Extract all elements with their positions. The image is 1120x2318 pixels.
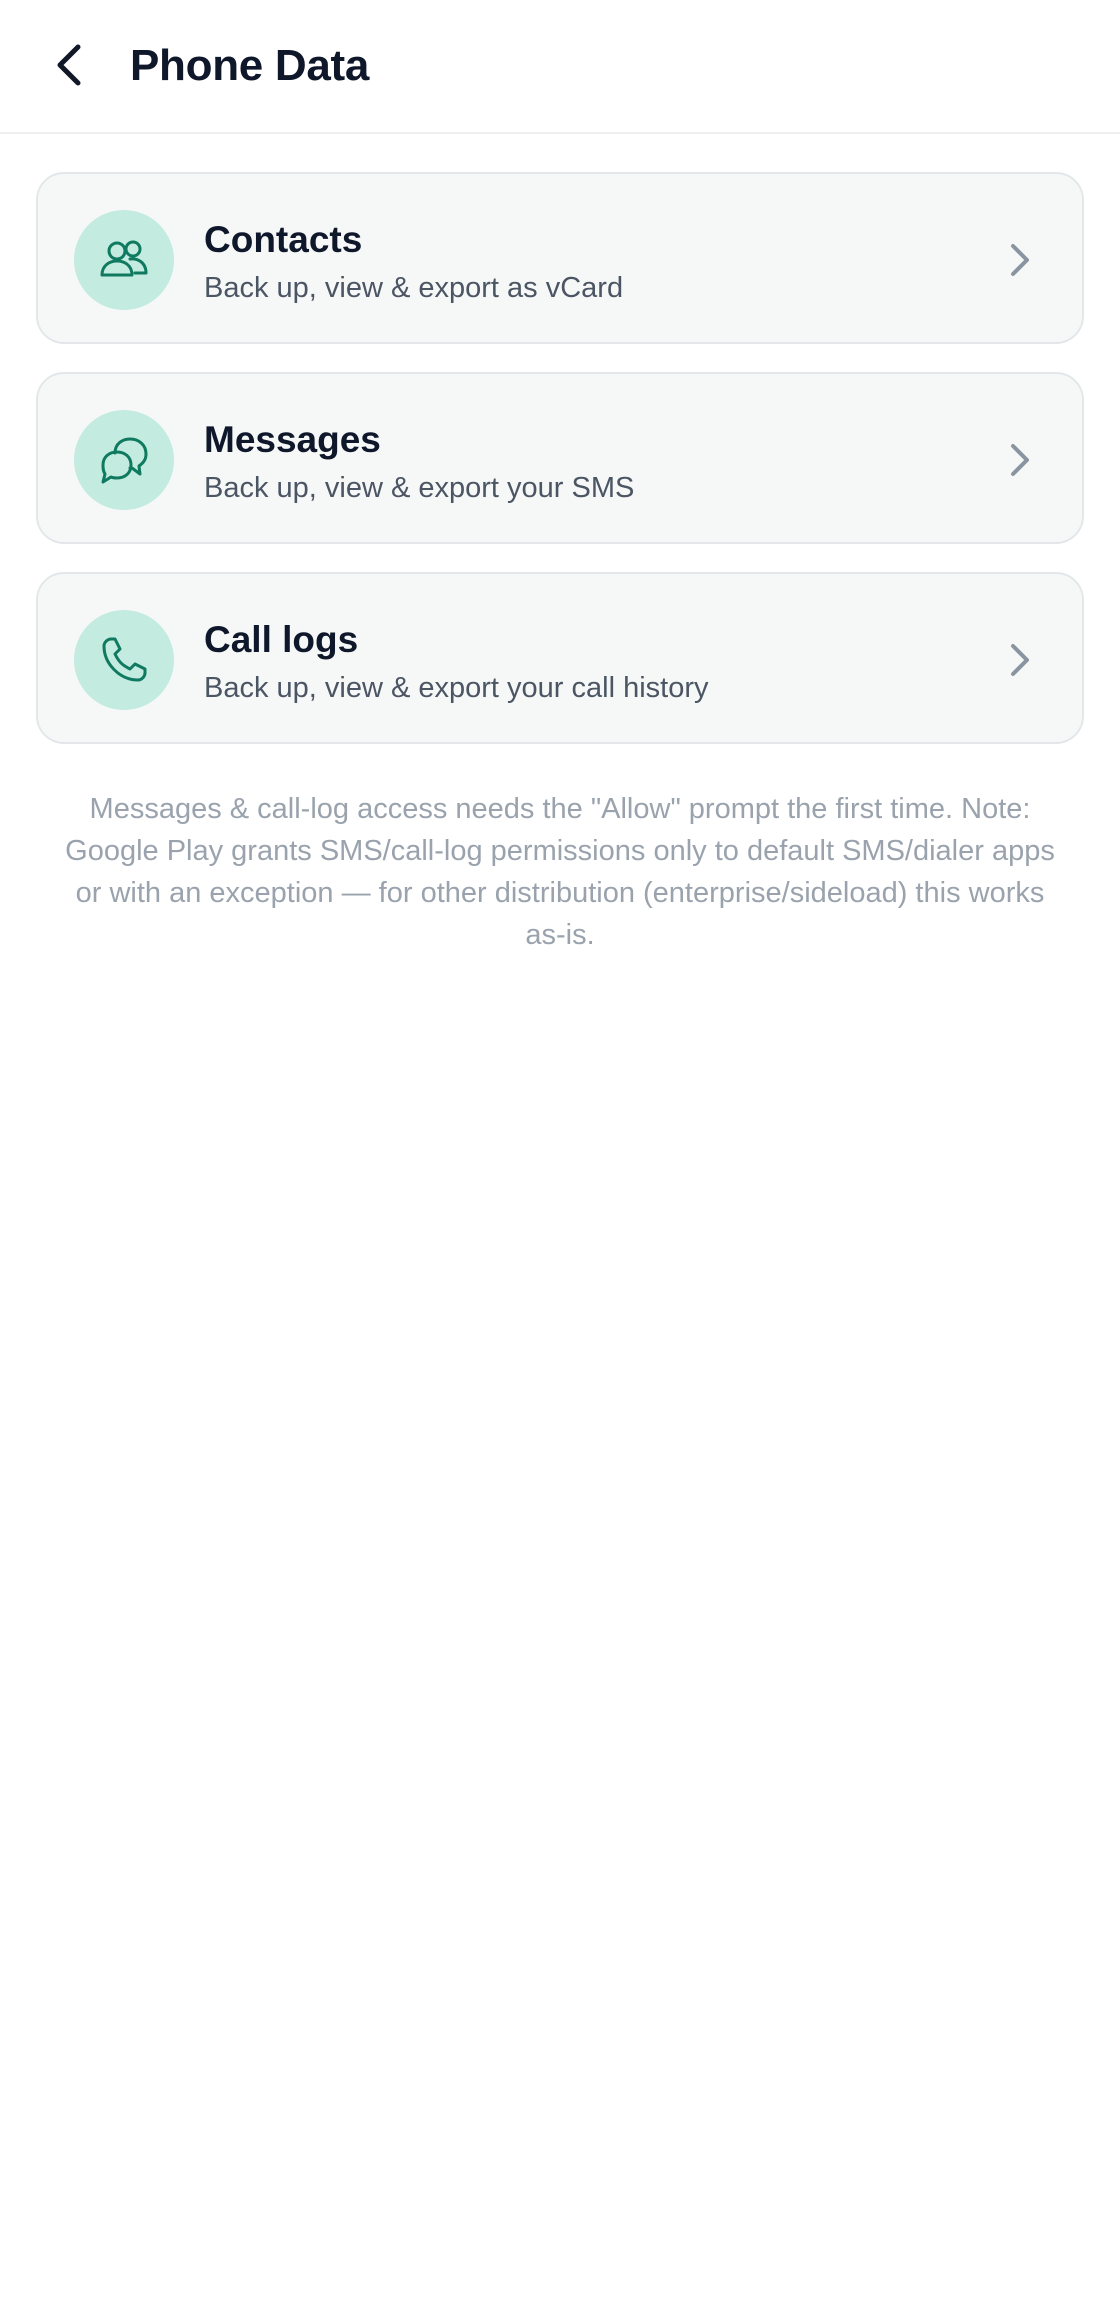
messages-subtitle: Back up, view & export your SMS: [204, 472, 635, 504]
messages-icon-badge: [74, 410, 174, 510]
contacts-title: Contacts: [204, 219, 363, 260]
contacts-icon: [100, 240, 148, 277]
call-logs-icon-badge: [74, 610, 174, 710]
chevron-right-icon: [1000, 234, 1040, 286]
app-header: Phone Data: [0, 0, 1120, 134]
phone-icon: [102, 637, 147, 682]
permissions-note: Messages & call-log access needs the "Al…: [65, 793, 1055, 951]
page-title: Phone Data: [130, 41, 370, 90]
chevron-right-icon: [1000, 634, 1040, 686]
phone-data-screen: Phone Data Contacts Back up, view & expo…: [0, 0, 1120, 2318]
chevron-left-icon: [57, 44, 81, 86]
phone-data-list: Contacts Back up, view & export as vCard…: [36, 172, 1084, 772]
contacts-icon-badge: [74, 210, 174, 310]
chevron-right-icon: [1000, 434, 1040, 486]
back-button[interactable]: [40, 30, 100, 100]
contacts-subtitle: Back up, view & export as vCard: [204, 272, 624, 304]
call-logs-subtitle: Back up, view & export your call history: [204, 672, 709, 704]
messages-icon: [101, 437, 148, 484]
messages-card[interactable]: Messages Back up, view & export your SMS: [36, 372, 1084, 544]
call-logs-title: Call logs: [204, 619, 359, 660]
contacts-card[interactable]: Contacts Back up, view & export as vCard: [36, 172, 1084, 344]
call-logs-card[interactable]: Call logs Back up, view & export your ca…: [36, 572, 1084, 744]
messages-title: Messages: [204, 419, 381, 460]
